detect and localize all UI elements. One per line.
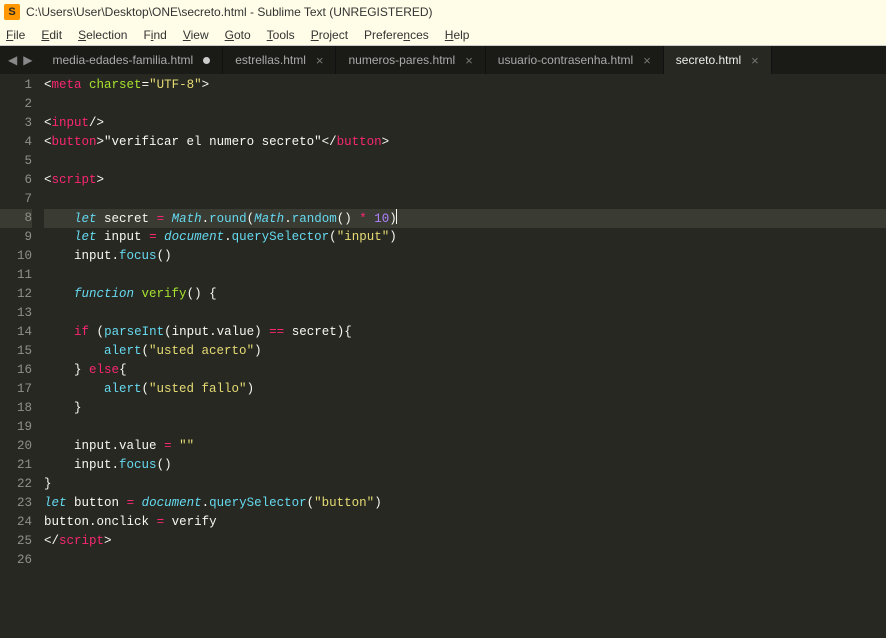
code-line[interactable]: } else{ (44, 361, 886, 380)
tab-estrellas-html[interactable]: estrellas.html × (223, 46, 336, 74)
menu-preferences[interactable]: Preferences (364, 28, 429, 42)
code-line[interactable] (44, 152, 886, 171)
tab-bar: ◀ ▶ media-edades-familia.html estrellas.h… (0, 46, 886, 74)
line-number: 24 (0, 513, 32, 532)
menu-selection[interactable]: Selection (78, 28, 127, 42)
tab-numeros-pares-html[interactable]: numeros-pares.html × (336, 46, 485, 74)
line-number: 11 (0, 266, 32, 285)
line-number: 21 (0, 456, 32, 475)
tab-close-icon[interactable]: × (316, 53, 324, 68)
line-number: 8 (0, 209, 32, 228)
code-line[interactable] (44, 190, 886, 209)
code-line[interactable]: <input/> (44, 114, 886, 133)
code-line[interactable] (44, 418, 886, 437)
tab-nav-right-icon[interactable]: ▶ (23, 53, 32, 67)
menu-project[interactable]: Project (311, 28, 348, 42)
line-number: 25 (0, 532, 32, 551)
code-line[interactable]: function verify() { (44, 285, 886, 304)
code-content[interactable]: <meta charset="UTF-8"> <input/><button>"… (44, 74, 886, 638)
code-line[interactable]: let button = document.querySelector("but… (44, 494, 886, 513)
menu-find[interactable]: Find (143, 28, 166, 42)
code-line[interactable]: if (parseInt(input.value) == secret){ (44, 323, 886, 342)
line-number: 6 (0, 171, 32, 190)
code-line[interactable] (44, 304, 886, 323)
line-number: 10 (0, 247, 32, 266)
code-line[interactable]: let secret = Math.round(Math.random() * … (44, 209, 886, 228)
line-number: 16 (0, 361, 32, 380)
line-number: 14 (0, 323, 32, 342)
line-number: 23 (0, 494, 32, 513)
line-number: 26 (0, 551, 32, 570)
line-number: 22 (0, 475, 32, 494)
menu-file[interactable]: File (6, 28, 25, 42)
code-line[interactable] (44, 266, 886, 285)
code-line[interactable]: alert("usted fallo") (44, 380, 886, 399)
code-line[interactable] (44, 551, 886, 570)
code-line[interactable]: let input = document.querySelector("inpu… (44, 228, 886, 247)
line-number: 12 (0, 285, 32, 304)
line-number: 2 (0, 95, 32, 114)
app-logo-icon: S (4, 4, 20, 20)
line-number: 5 (0, 152, 32, 171)
tab-secreto-html[interactable]: secreto.html × (664, 46, 772, 74)
line-number: 20 (0, 437, 32, 456)
tab-label: usuario-contrasenha.html (498, 53, 633, 67)
line-number: 13 (0, 304, 32, 323)
tab-close-icon[interactable]: × (751, 53, 759, 68)
tab-label: numeros-pares.html (348, 53, 455, 67)
line-number: 9 (0, 228, 32, 247)
tab-label: secreto.html (676, 53, 741, 67)
title-bar: S C:\Users\User\Desktop\ONE\secreto.html… (0, 0, 886, 24)
tab-label: media-edades-familia.html (52, 53, 193, 67)
code-line[interactable]: <script> (44, 171, 886, 190)
code-line[interactable]: input.focus() (44, 247, 886, 266)
line-number: 4 (0, 133, 32, 152)
window-title: C:\Users\User\Desktop\ONE\secreto.html -… (26, 5, 433, 19)
tab-usuario-contrasenha-html[interactable]: usuario-contrasenha.html × (486, 46, 664, 74)
code-line[interactable]: button.onclick = verify (44, 513, 886, 532)
line-number: 15 (0, 342, 32, 361)
menu-goto[interactable]: Goto (225, 28, 251, 42)
code-line[interactable]: input.focus() (44, 456, 886, 475)
code-line[interactable] (44, 95, 886, 114)
code-line[interactable]: <meta charset="UTF-8"> (44, 76, 886, 95)
code-line[interactable]: } (44, 475, 886, 494)
line-number: 3 (0, 114, 32, 133)
tab-nav-left-icon[interactable]: ◀ (8, 53, 17, 67)
tab-dirty-icon (203, 57, 210, 64)
code-line[interactable]: } (44, 399, 886, 418)
line-number: 1 (0, 76, 32, 95)
line-number: 18 (0, 399, 32, 418)
menu-view[interactable]: View (183, 28, 209, 42)
line-number: 7 (0, 190, 32, 209)
menu-edit[interactable]: Edit (41, 28, 62, 42)
tab-label: estrellas.html (235, 53, 306, 67)
tab-nav: ◀ ▶ (0, 46, 40, 74)
line-gutter: 1234567891011121314151617181920212223242… (0, 74, 44, 638)
line-number: 17 (0, 380, 32, 399)
menu-help[interactable]: Help (445, 28, 470, 42)
tab-media-edades-familia-html[interactable]: media-edades-familia.html (40, 46, 223, 74)
tab-close-icon[interactable]: × (643, 53, 651, 68)
code-line[interactable]: input.value = "" (44, 437, 886, 456)
menu-tools[interactable]: Tools (267, 28, 295, 42)
code-line[interactable]: alert("usted acerto") (44, 342, 886, 361)
line-number: 19 (0, 418, 32, 437)
editor-area[interactable]: 1234567891011121314151617181920212223242… (0, 74, 886, 638)
code-line[interactable]: </script> (44, 532, 886, 551)
tab-close-icon[interactable]: × (465, 53, 473, 68)
code-line[interactable]: <button>"verificar el numero secreto"</b… (44, 133, 886, 152)
menu-bar: File Edit Selection Find View Goto Tools… (0, 24, 886, 46)
